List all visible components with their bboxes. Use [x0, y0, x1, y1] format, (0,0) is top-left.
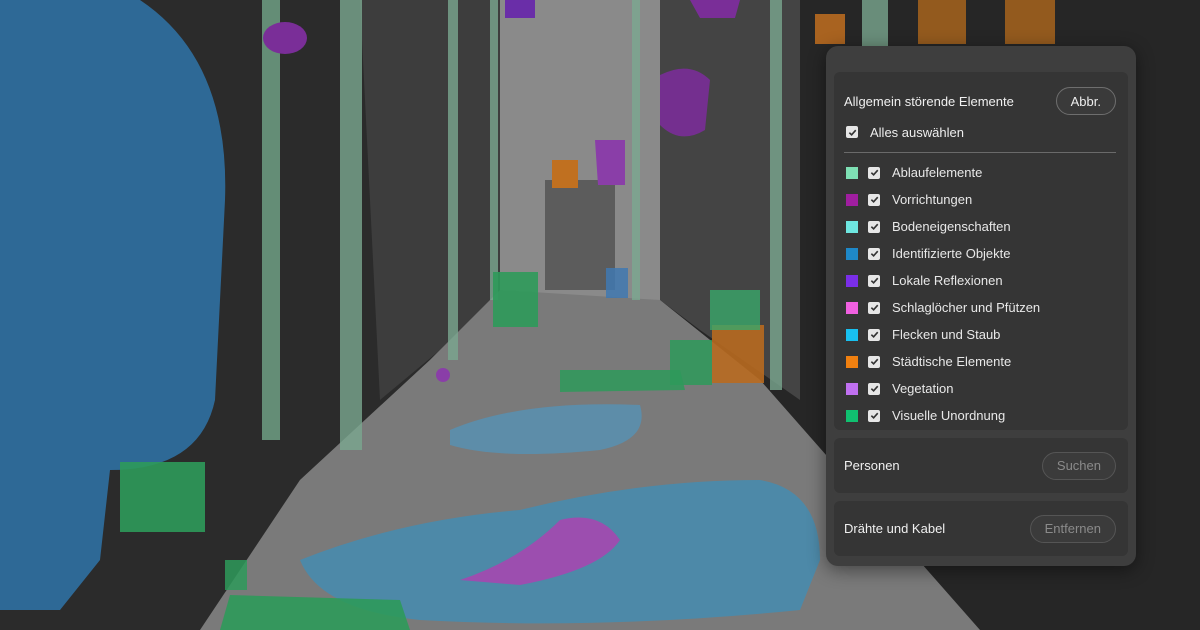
category-checkbox[interactable]: [868, 355, 880, 368]
checkmark-icon: [870, 385, 878, 393]
category-label: Schlaglöcher und Pfützen: [892, 300, 1041, 315]
cancel-button[interactable]: Abbr.: [1055, 87, 1116, 115]
category-item[interactable]: Schlaglöcher und Pfützen: [844, 294, 1116, 321]
category-list: Ablaufelemente Vorrichtungen Bodeneigensch…: [844, 159, 1116, 429]
distractions-section: Allgemein störende Elemente Abbr. Alles …: [834, 72, 1128, 430]
category-item[interactable]: Vorrichtungen: [844, 186, 1116, 213]
category-label: Ablaufelemente: [892, 165, 983, 180]
checkmark-icon: [870, 331, 878, 339]
category-color-swatch: [846, 220, 858, 233]
category-color-swatch: [846, 382, 858, 395]
category-color-swatch: [846, 166, 858, 179]
category-checkbox[interactable]: [868, 301, 880, 314]
checkmark-icon: [870, 277, 878, 285]
checkmark-icon: [870, 358, 878, 366]
distractions-title: Allgemein störende Elemente: [844, 93, 1014, 109]
category-color-swatch: [846, 409, 858, 422]
select-all-checkbox[interactable]: [846, 126, 858, 138]
people-title: Personen: [844, 458, 900, 473]
category-item[interactable]: Städtische Elemente: [844, 348, 1116, 375]
category-checkbox[interactable]: [868, 328, 880, 341]
category-item[interactable]: Ablaufelemente: [844, 159, 1116, 186]
wires-section: Drähte und Kabel Entfernen: [834, 501, 1128, 556]
category-checkbox[interactable]: [868, 382, 880, 395]
checkmark-icon: [870, 304, 878, 312]
category-checkbox[interactable]: [868, 247, 880, 260]
category-label: Visuelle Unordnung: [892, 408, 1006, 423]
category-label: Vorrichtungen: [892, 192, 973, 207]
category-checkbox[interactable]: [868, 274, 880, 287]
category-color-swatch: [846, 274, 858, 287]
remove-wires-button[interactable]: Entfernen: [1029, 514, 1116, 543]
category-color-swatch: [846, 193, 858, 206]
select-all-row[interactable]: Alles auswählen: [844, 120, 1116, 144]
category-label: Bodeneigenschaften: [892, 219, 1011, 234]
category-color-swatch: [846, 328, 858, 341]
checkmark-icon: [848, 129, 856, 136]
checkmark-icon: [870, 223, 878, 231]
category-item[interactable]: Flecken und Staub: [844, 321, 1116, 348]
checkmark-icon: [870, 196, 878, 204]
category-item[interactable]: Vegetation: [844, 375, 1116, 402]
category-label: Städtische Elemente: [892, 354, 1012, 369]
category-color-swatch: [846, 301, 858, 314]
category-item[interactable]: Bodeneigenschaften: [844, 213, 1116, 240]
category-label: Flecken und Staub: [892, 327, 1001, 342]
category-color-swatch: [846, 355, 858, 368]
select-all-label: Alles auswählen: [870, 124, 964, 140]
category-checkbox[interactable]: [868, 166, 880, 179]
distraction-removal-panel: Allgemein störende Elemente Abbr. Alles …: [826, 46, 1136, 566]
find-people-button[interactable]: Suchen: [1041, 451, 1116, 480]
category-color-swatch: [846, 247, 858, 260]
checkmark-icon: [870, 250, 878, 258]
people-section: Personen Suchen: [834, 438, 1128, 493]
category-label: Lokale Reflexionen: [892, 273, 1003, 288]
category-item[interactable]: Lokale Reflexionen: [844, 267, 1116, 294]
category-label: Identifizierte Objekte: [892, 246, 1011, 261]
wires-title: Drähte und Kabel: [844, 521, 946, 536]
category-item[interactable]: Identifizierte Objekte: [844, 240, 1116, 267]
category-checkbox[interactable]: [868, 193, 880, 206]
category-checkbox[interactable]: [868, 220, 880, 233]
category-item[interactable]: Visuelle Unordnung: [844, 402, 1116, 429]
checkmark-icon: [870, 412, 878, 420]
category-checkbox[interactable]: [868, 409, 880, 422]
divider: [844, 152, 1116, 153]
category-label: Vegetation: [892, 381, 954, 396]
checkmark-icon: [870, 169, 878, 177]
